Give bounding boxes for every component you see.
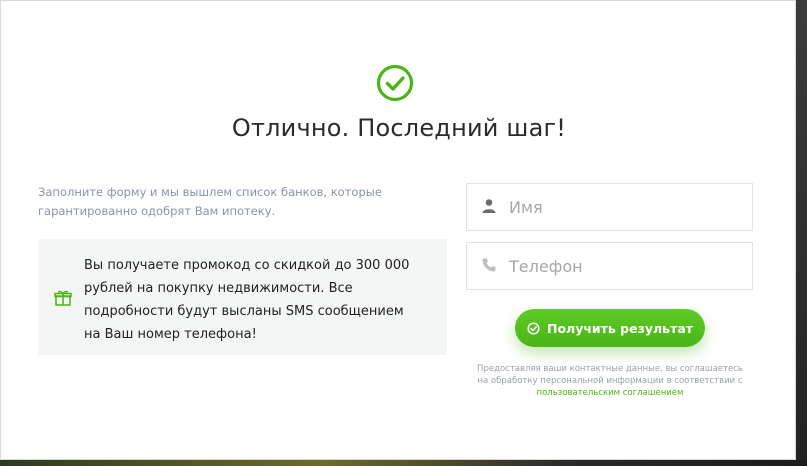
phone-icon <box>481 257 497 273</box>
promo-box: Вы получаете промокод со скидкой до 300 … <box>38 239 447 355</box>
submit-button-label: Получить результат <box>546 320 693 336</box>
user-agreement-link[interactable]: пользовательским соглашением <box>537 388 684 398</box>
phone-input[interactable] <box>509 243 749 289</box>
submit-button[interactable]: Получить результат <box>515 309 705 347</box>
background-page-strip <box>0 460 807 466</box>
check-circle-icon <box>527 321 540 335</box>
modal-subtitle: Заполните форму и мы вышлем список банко… <box>38 185 382 218</box>
check-circle-icon <box>376 64 414 102</box>
phone-field <box>466 242 753 290</box>
gift-icon <box>54 289 72 307</box>
success-modal: Отлично. Последний шаг! Заполните форму … <box>0 0 796 460</box>
modal-title: Отлично. Последний шаг! <box>231 114 567 142</box>
consent-text: Предоставляя ваши контактные данные, вы … <box>471 363 749 399</box>
consent-body: Предоставляя ваши контактные данные, вы … <box>477 364 743 386</box>
name-input[interactable] <box>509 184 749 230</box>
name-field <box>466 183 753 231</box>
user-icon <box>481 198 497 214</box>
promo-text: Вы получаете промокод со скидкой до 300 … <box>84 258 410 342</box>
